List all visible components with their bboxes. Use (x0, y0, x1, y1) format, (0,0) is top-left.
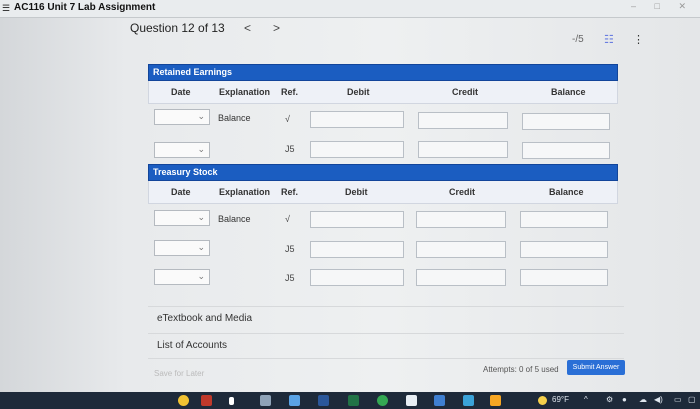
task-view-icon[interactable] (260, 395, 271, 406)
chevron-down-icon: ⌄ (197, 212, 205, 222)
notification-icon[interactable]: ▢ (688, 395, 696, 404)
col-date: Date (171, 187, 191, 197)
date-select[interactable]: ⌄ (154, 240, 210, 256)
explanation-text: Balance (218, 214, 251, 224)
debit-input[interactable] (310, 211, 404, 228)
divider (148, 306, 624, 307)
col-explanation: Explanation (219, 187, 271, 197)
cloud-icon[interactable]: ☁ (639, 395, 647, 404)
word-icon[interactable] (318, 395, 329, 406)
chevron-down-icon: ⌄ (197, 271, 205, 281)
col-balance: Balance (551, 87, 586, 97)
chevron-up-icon[interactable]: ^ (584, 395, 588, 404)
col-debit: Debit (347, 87, 370, 97)
debit-input[interactable] (310, 141, 404, 158)
question-score: -/5 (572, 34, 584, 45)
date-select[interactable]: ⌄ (154, 109, 210, 125)
app-icon[interactable] (463, 395, 474, 406)
ledger-treasury-stock: Treasury Stock Date Explanation Ref. Deb… (148, 164, 618, 294)
col-credit: Credit (449, 187, 476, 197)
prev-question-button[interactable]: < (244, 21, 251, 35)
ledger-row: ⌄ J5 (148, 134, 618, 164)
attempts-counter: Attempts: 0 of 5 used (483, 365, 559, 374)
divider (148, 333, 624, 334)
etextbook-link[interactable]: eTextbook and Media (157, 313, 252, 324)
ref-text: J5 (285, 144, 295, 154)
settings-icon[interactable]: ⚙ (606, 395, 613, 404)
temperature: 69°F (552, 395, 569, 404)
divider (148, 358, 624, 359)
col-credit: Credit (452, 87, 479, 97)
question-label: Question 12 of 13 (130, 21, 225, 35)
volume-icon[interactable]: ◀) (654, 395, 663, 404)
balance-input[interactable] (522, 113, 610, 130)
battery-icon[interactable]: ▭ (674, 395, 682, 404)
next-question-button[interactable]: > (273, 21, 280, 35)
explanation-text: Balance (218, 113, 251, 123)
window-titlebar: ☰ AC116 Unit 7 Lab Assignment ‒ □ ✕ (0, 0, 700, 18)
col-balance: Balance (549, 187, 584, 197)
col-debit: Debit (345, 187, 368, 197)
app-icon[interactable] (406, 395, 417, 406)
question-list-icon[interactable]: ☷ (604, 33, 614, 46)
ledger-row: ⌄ J5 (148, 264, 618, 294)
submit-answer-button[interactable]: Submit Answer (567, 360, 625, 375)
ledger-retained-earnings: Retained Earnings Date Explanation Ref. … (148, 64, 618, 164)
debit-input[interactable] (310, 111, 404, 128)
ref-text: J5 (285, 273, 295, 283)
balance-input[interactable] (522, 142, 610, 159)
col-date: Date (171, 87, 191, 97)
credit-input[interactable] (416, 269, 506, 286)
chevron-down-icon: ⌄ (197, 242, 205, 252)
ledger-title: Retained Earnings (148, 64, 618, 81)
app-icon[interactable] (178, 395, 189, 406)
excel-icon[interactable] (348, 395, 359, 406)
app-icon[interactable] (289, 395, 300, 406)
date-select[interactable]: ⌄ (154, 210, 210, 226)
ref-text: √ (285, 214, 290, 224)
taskbar: 69°F ^ ⚙ ● ☁ ◀) ▭ ▢ (0, 392, 700, 409)
col-explanation: Explanation (219, 87, 271, 97)
chevron-down-icon: ⌄ (197, 144, 205, 154)
app-icon[interactable] (490, 395, 501, 406)
credit-input[interactable] (416, 241, 506, 258)
chevron-down-icon: ⌄ (197, 111, 205, 121)
list-of-accounts-link[interactable]: List of Accounts (157, 340, 227, 351)
more-options-icon[interactable]: ⋮ (633, 33, 644, 46)
network-icon[interactable]: ● (622, 395, 627, 404)
weather-icon (538, 396, 547, 405)
ledger-column-headers: Date Explanation Ref. Debit Credit Balan… (148, 81, 618, 104)
window-title: AC116 Unit 7 Lab Assignment (14, 2, 156, 13)
ledger-row: ⌄ J5 (148, 234, 618, 264)
debit-input[interactable] (310, 241, 404, 258)
balance-input[interactable] (520, 241, 608, 258)
chrome-icon[interactable] (377, 395, 388, 406)
menu-icon[interactable]: ☰ (2, 3, 10, 14)
ref-text: J5 (285, 244, 295, 254)
search-icon[interactable] (229, 397, 234, 405)
ledger-column-headers: Date Explanation Ref. Debit Credit Balan… (148, 181, 618, 204)
save-for-later-link[interactable]: Save for Later (154, 369, 204, 378)
credit-input[interactable] (418, 141, 508, 158)
col-ref: Ref. (281, 87, 299, 97)
mail-icon[interactable] (434, 395, 445, 406)
ref-text: √ (285, 114, 290, 124)
window-controls[interactable]: ‒ □ ✕ (631, 1, 694, 12)
debit-input[interactable] (310, 269, 404, 286)
app-icon[interactable] (201, 395, 212, 406)
credit-input[interactable] (416, 211, 506, 228)
ledger-row: ⌄ Balance √ (148, 104, 618, 134)
ledger-title: Treasury Stock (148, 164, 618, 181)
ledger-row: ⌄ Balance √ (148, 204, 618, 234)
balance-input[interactable] (520, 211, 608, 228)
date-select[interactable]: ⌄ (154, 142, 210, 158)
col-ref: Ref. (281, 187, 299, 197)
date-select[interactable]: ⌄ (154, 269, 210, 285)
balance-input[interactable] (520, 269, 608, 286)
credit-input[interactable] (418, 112, 508, 129)
